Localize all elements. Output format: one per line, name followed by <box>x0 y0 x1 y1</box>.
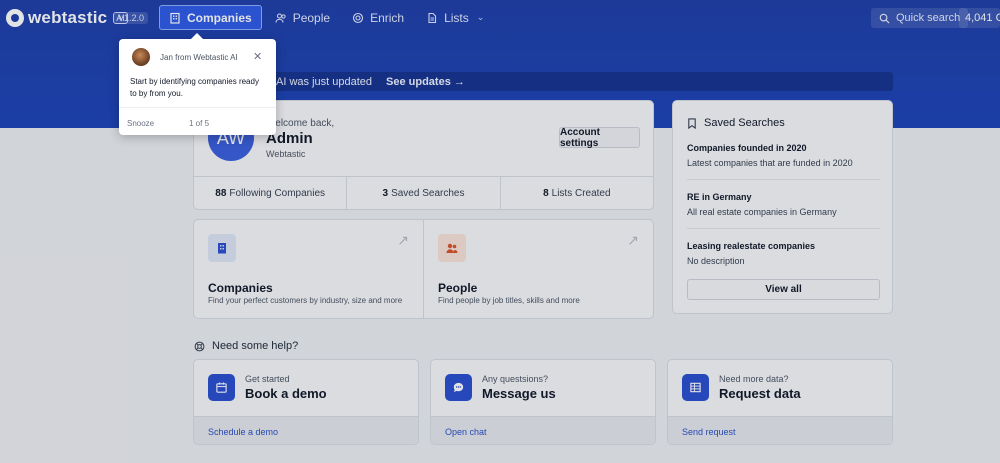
version-badge: V1.2.0 <box>114 12 149 24</box>
app-logo[interactable]: webtastic AI <box>6 8 128 28</box>
stat-following-companies[interactable]: 88 Following Companies <box>194 177 348 210</box>
welcome-greeting: Welcome back, <box>266 118 335 129</box>
enrich-icon <box>353 12 364 23</box>
onboarding-popover: Jan from Webtastic AI ✕ Start by identif… <box>119 33 276 135</box>
view-all-button[interactable]: View all <box>687 279 880 300</box>
help-card-title: Message us <box>482 386 556 401</box>
help-card-body: Need more data? Request data <box>668 360 892 416</box>
logo-text: webtastic <box>28 8 108 27</box>
document-icon <box>428 12 437 23</box>
user-organization: Webtastic <box>266 149 306 159</box>
see-updates-link[interactable]: See updates → <box>386 76 465 88</box>
step-counter: 1 of 5 <box>189 119 210 128</box>
saved-search-title: RE in Germany <box>687 192 752 202</box>
nav-companies[interactable]: Companies <box>159 5 262 30</box>
saved-search-desc: No description <box>687 256 745 266</box>
help-card-subtitle: Need more data? <box>719 374 789 384</box>
schedule-demo-link[interactable]: Schedule a demo <box>194 416 418 444</box>
saved-search-item[interactable]: Companies founded in 2020 Latest compani… <box>687 143 880 168</box>
help-card-body: Any questsions? Message us <box>431 360 655 416</box>
feature-people[interactable]: ↗ People Find people by job titles, skil… <box>424 220 653 318</box>
saved-search-title: Leasing realestate companies <box>687 241 816 251</box>
stat-value: 8 <box>543 188 549 199</box>
account-settings-button[interactable]: Account settings <box>559 127 640 149</box>
stat-label: Lists Created <box>551 188 611 199</box>
building-icon <box>170 12 180 24</box>
help-card-request-data: Need more data? Request data Send reques… <box>667 359 893 445</box>
popover-footer: Snooze 1 of 5 <box>119 107 276 135</box>
quick-search-label: Quick search <box>896 12 961 24</box>
nav-people-label: People <box>292 10 331 25</box>
help-card-body: Get started Book a demo <box>194 360 418 416</box>
divider <box>687 179 880 180</box>
welcome-stats: 88 Following Companies 3 Saved Searches … <box>194 176 653 210</box>
help-card-title: Request data <box>719 386 801 401</box>
update-text: AI was just updated <box>276 75 373 88</box>
nav-people[interactable]: People <box>266 5 339 30</box>
guide-avatar <box>132 48 150 66</box>
users-icon <box>275 12 286 23</box>
update-banner: AI was just updated See updates → <box>210 72 893 91</box>
arrow-up-right-icon: ↗ <box>627 232 639 248</box>
help-card-subtitle: Get started <box>245 374 290 384</box>
main-nav: Companies People Enrich Lists ⌄ <box>159 5 493 30</box>
bookmark-icon <box>688 117 696 129</box>
feature-title: Companies <box>208 281 273 295</box>
feature-cards: ↗ Companies Find your perfect customers … <box>193 219 654 319</box>
help-title-text: Need some help? <box>212 340 299 352</box>
help-card-subtitle: Any questsions? <box>482 374 549 384</box>
saved-search-desc: All real estate companies in Germany <box>687 207 837 217</box>
saved-searches-card: Saved Searches Companies founded in 2020… <box>672 100 893 314</box>
stat-saved-searches[interactable]: 3 Saved Searches <box>347 177 501 210</box>
users-icon <box>438 234 466 262</box>
feature-description: Find people by job titles, skills and mo… <box>438 296 580 305</box>
nav-enrich-label: Enrich <box>370 10 405 25</box>
divider <box>687 228 880 229</box>
saved-search-item[interactable]: RE in Germany All real estate companies … <box>687 192 880 217</box>
stat-value: 88 <box>215 188 227 199</box>
feature-description: Find your perfect customers by industry,… <box>208 296 403 305</box>
building-icon <box>208 234 236 262</box>
help-card-title: Book a demo <box>245 386 327 401</box>
help-section-title: Need some help? <box>194 340 298 352</box>
nav-lists[interactable]: Lists ⌄ <box>417 5 493 30</box>
lifebuoy-icon <box>194 341 205 351</box>
quick-search-button[interactable]: Quick search <box>871 8 969 28</box>
search-icon <box>879 13 890 24</box>
logo-mark-icon <box>6 9 24 27</box>
saved-searches-header: Saved Searches <box>687 117 785 129</box>
stat-value: 3 <box>382 188 389 199</box>
popover-message: Start by identifying companies ready to … <box>130 77 259 98</box>
saved-search-title: Companies founded in 2020 <box>687 143 807 153</box>
table-icon <box>682 374 709 401</box>
credits-badge[interactable]: 4,041 Cre <box>959 8 1000 28</box>
saved-searches-title: Saved Searches <box>704 117 785 129</box>
popover-sender: Jan from Webtastic AI <box>160 53 238 62</box>
help-card-demo: Get started Book a demo Schedule a demo <box>193 359 419 445</box>
nav-enrich[interactable]: Enrich <box>343 5 413 30</box>
nav-lists-label: Lists <box>444 10 469 25</box>
top-navigation-bar: webtastic AI V1.2.0 Companies People Enr… <box>0 0 1000 35</box>
snooze-button[interactable]: Snooze <box>127 119 154 128</box>
send-request-link[interactable]: Send request <box>668 416 892 444</box>
help-card-message: Any questsions? Message us Open chat <box>430 359 656 445</box>
feature-companies[interactable]: ↗ Companies Find your perfect customers … <box>194 220 424 318</box>
feature-title: People <box>438 281 478 295</box>
chat-icon <box>445 374 472 401</box>
arrow-up-right-icon: ↗ <box>397 232 409 248</box>
stat-label: Saved Searches <box>391 188 465 199</box>
close-icon[interactable]: ✕ <box>253 50 262 63</box>
nav-companies-label: Companies <box>187 10 252 25</box>
stat-lists-created[interactable]: 8 Lists Created <box>501 177 653 210</box>
stat-label: Following Companies <box>229 188 326 199</box>
calendar-icon <box>208 374 235 401</box>
saved-search-desc: Latest companies that are funded in 2020 <box>687 158 853 168</box>
saved-search-item[interactable]: Leasing realestate companies No descript… <box>687 241 880 266</box>
open-chat-link[interactable]: Open chat <box>431 416 655 444</box>
chevron-down-icon: ⌄ <box>476 12 485 22</box>
